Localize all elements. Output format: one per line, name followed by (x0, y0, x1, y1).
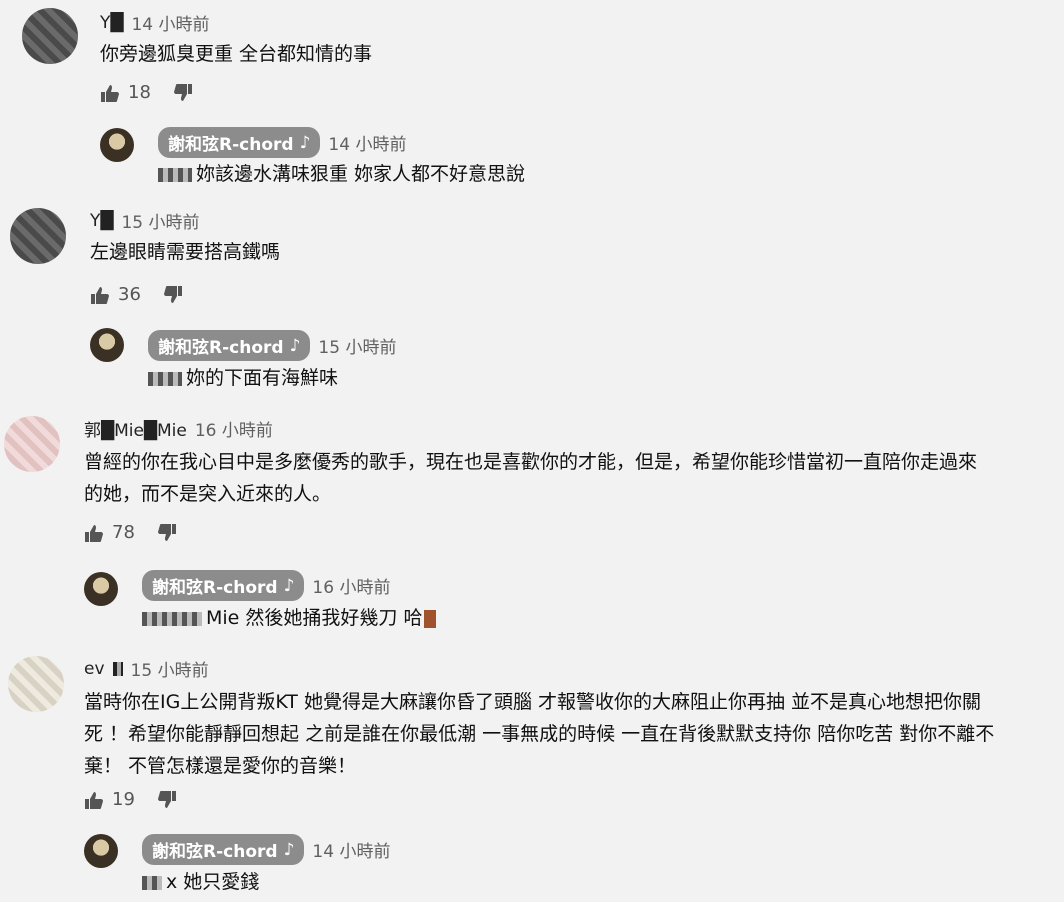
mention-link[interactable] (148, 371, 182, 386)
avatar[interactable] (8, 656, 64, 712)
avatar[interactable] (84, 834, 118, 868)
channel-owner-badge[interactable]: 謝和弦R-chord ♪ (142, 570, 305, 601)
reply-text: 妳該邊水溝味狠重 妳家人都不好意思說 (158, 158, 525, 190)
comment-actions: 78 (84, 522, 177, 543)
comment-actions: 19 (84, 789, 177, 810)
reply-body: 她只愛錢 (183, 871, 260, 893)
comment-author[interactable]: ev (84, 659, 105, 679)
thumbs-up-icon[interactable] (90, 286, 110, 304)
reply-text: x 她只愛錢 (142, 866, 259, 898)
channel-owner-badge[interactable]: 謝和弦R-chord ♪ (142, 834, 305, 865)
mention-link[interactable] (158, 167, 192, 182)
reply-header: 謝和弦R-chord ♪ 14 小時前 (158, 127, 406, 158)
comment-text: 左邊眼睛需要搭高鐵嗎 (90, 241, 281, 263)
music-note-icon: ♪ (299, 132, 311, 153)
thumbs-down-icon[interactable] (157, 523, 177, 542)
avatar[interactable] (100, 128, 134, 162)
reply-header: 謝和弦R-chord ♪ 16 小時前 (142, 570, 390, 601)
thumbs-up-icon[interactable] (100, 84, 120, 102)
avatar[interactable] (84, 572, 118, 606)
comment-text-line: 死 ！希望你能靜靜回想起 之前是誰在你最低潮 一事無成的時候 一直在背後默默支持… (84, 723, 995, 745)
thumbs-down-icon[interactable] (173, 83, 193, 102)
reply-header: 謝和弦R-chord ♪ 14 小時前 (142, 834, 390, 865)
mention-name[interactable]: Mie (206, 607, 239, 629)
like-count: 36 (118, 284, 141, 305)
channel-owner-badge[interactable]: 謝和弦R-chord ♪ (158, 127, 321, 158)
music-note-icon: ♪ (289, 335, 301, 356)
thumbs-up-icon[interactable] (84, 791, 104, 809)
reply-text: Mie 然後她捅我好幾刀 哈 (142, 602, 437, 634)
comment-time[interactable]: 15 小時前 (131, 656, 209, 681)
mention-name[interactable]: x (166, 871, 177, 893)
comment-text-line: 曾經的你在我心目中是多麼優秀的歌手，現在也是喜歡你的才能，但是，希望你能珍惜當初… (84, 451, 978, 473)
comment-header: Y█ 15 小時前 (90, 208, 200, 234)
comment-text-line: 當時你在IG上公開背叛KT 她覺得是大麻讓你昏了頭腦 才報警收你的大麻阻止你再抽… (84, 691, 982, 713)
comment-text-line: 棄！ 不管怎樣還是愛你的音樂！ (84, 755, 357, 777)
mention-link[interactable] (142, 875, 162, 890)
reply-body: 妳該邊水溝味狠重 妳家人都不好意思說 (196, 163, 526, 185)
comment-header: 郭█Mie█Mie 16 小時前 (84, 416, 273, 441)
like-count: 78 (112, 522, 135, 543)
comment-time[interactable]: 15 小時前 (121, 208, 199, 233)
reply-text: 妳的下面有海鮮味 (148, 362, 338, 394)
reply-author: 謝和弦R-chord (168, 135, 294, 155)
comment-author[interactable]: Y█ (100, 13, 123, 33)
thumbs-down-icon[interactable] (163, 285, 183, 304)
comment-author[interactable]: Y█ (90, 211, 113, 231)
emoji-icon (424, 609, 437, 628)
avatar[interactable] (22, 8, 78, 64)
like-count: 18 (128, 82, 151, 103)
reply-body: 妳的下面有海鮮味 (186, 367, 339, 389)
comment-header: Y█ 14 小時前 (100, 10, 210, 36)
thumbs-down-icon[interactable] (157, 790, 177, 809)
reply-time[interactable]: 14 小時前 (312, 837, 390, 862)
redacted-name (112, 661, 123, 676)
reply-author: 謝和弦R-chord (152, 842, 278, 862)
thumbs-up-icon[interactable] (84, 524, 104, 542)
avatar[interactable] (90, 328, 124, 362)
reply-time[interactable]: 15 小時前 (318, 333, 396, 358)
reply-body: 然後她捅我好幾刀 哈 (245, 607, 423, 629)
mention-link[interactable] (142, 611, 202, 626)
avatar[interactable] (10, 208, 66, 264)
avatar[interactable] (4, 416, 60, 472)
comment-actions: 18 (100, 82, 193, 103)
comment-text: 你旁邊狐臭更重 全台都知情的事 (100, 43, 373, 65)
comment-actions: 36 (90, 284, 183, 305)
comment-text: 曾經的你在我心目中是多麼優秀的歌手，現在也是喜歡你的才能，但是，希望你能珍惜當初… (84, 446, 977, 510)
comment-time[interactable]: 14 小時前 (131, 10, 209, 35)
channel-owner-badge[interactable]: 謝和弦R-chord ♪ (148, 330, 311, 361)
reply-time[interactable]: 16 小時前 (312, 573, 390, 598)
comment-text-line: 的她，而不是突入近來的人。 (84, 483, 332, 505)
music-note-icon: ♪ (283, 839, 295, 860)
comment-time[interactable]: 16 小時前 (195, 416, 273, 441)
reply-header: 謝和弦R-chord ♪ 15 小時前 (148, 330, 396, 361)
reply-author: 謝和弦R-chord (158, 338, 284, 358)
comment-author[interactable]: 郭█Mie█Mie (84, 416, 187, 441)
comment-text: 當時你在IG上公開背叛KT 她覺得是大麻讓你昏了頭腦 才報警收你的大麻阻止你再抽… (84, 686, 994, 782)
comment-header: ev 15 小時前 (84, 656, 209, 682)
like-count: 19 (112, 789, 135, 810)
reply-author: 謝和弦R-chord (152, 578, 278, 598)
music-note-icon: ♪ (283, 575, 295, 596)
reply-time[interactable]: 14 小時前 (328, 130, 406, 155)
